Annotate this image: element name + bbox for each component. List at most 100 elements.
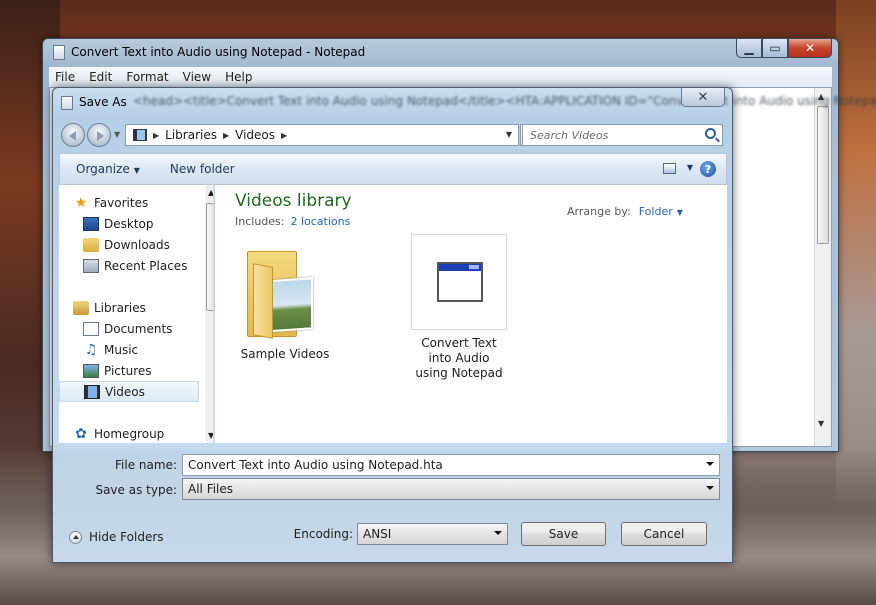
chevron-down-icon[interactable] <box>706 462 714 466</box>
notepad-titlebar[interactable]: Convert Text into Audio using Notepad - … <box>43 39 838 65</box>
hide-folders-button[interactable]: Hide Folders <box>69 530 164 544</box>
scroll-down-icon[interactable]: ▼ <box>208 431 213 440</box>
notepad-menubar: File Edit Format View Help <box>49 67 832 87</box>
change-view-icon[interactable] <box>663 163 676 174</box>
notepad-vertical-scrollbar[interactable]: ▲ ▼ <box>814 88 831 446</box>
folder-front <box>253 263 273 339</box>
organize-button[interactable]: Organize ▼ <box>76 162 140 176</box>
minimize-icon: ▁ <box>744 41 754 55</box>
chevron-down-icon: ▼ <box>133 166 140 175</box>
nav-downloads[interactable]: Downloads <box>83 235 213 255</box>
nav-downloads-label: Downloads <box>104 238 170 252</box>
chevron-down-icon[interactable]: ▼ <box>677 208 683 217</box>
videos-icon <box>84 384 100 399</box>
nav-recent-places-label: Recent Places <box>104 259 188 273</box>
menu-format[interactable]: Format <box>126 70 168 84</box>
save-button[interactable]: Save <box>521 522 606 546</box>
chevron-down-icon <box>706 486 714 490</box>
view-options-chevron-icon[interactable]: ▼ <box>687 163 693 172</box>
file-item-label: Convert Text into Audio using Notepad <box>415 336 503 380</box>
documents-icon <box>83 322 99 336</box>
arrange-by: Arrange by: Folder ▼ <box>567 205 683 218</box>
nav-desktop-label: Desktop <box>104 217 154 231</box>
desktop-icon <box>83 217 99 231</box>
nav-music-label: Music <box>104 343 139 357</box>
maximize-button[interactable]: ▭ <box>762 39 788 58</box>
file-item-hta[interactable]: Convert Text into Audio using Notepad <box>411 234 507 381</box>
window-controls: ▁ ▭ ✕ <box>736 39 832 58</box>
file-name-input[interactable]: Convert Text into Audio using Notepad.ht… <box>182 454 720 476</box>
dialog-close-button[interactable]: ✕ <box>681 88 725 107</box>
address-bar[interactable]: ▶ Libraries ▶ Videos ▶ ▼ <box>125 124 519 146</box>
nav-libraries[interactable]: Libraries <box>73 298 213 318</box>
menu-help[interactable]: Help <box>225 70 252 84</box>
video-library-icon <box>133 129 147 141</box>
hta-file-icon <box>411 234 507 330</box>
breadcrumb-libraries[interactable]: Libraries <box>165 128 217 142</box>
save-as-type-label: Save as type: <box>95 483 177 497</box>
navigation-scrollbar[interactable]: ▲ ▼ <box>205 185 213 443</box>
help-icon[interactable]: ? <box>700 161 716 177</box>
encoding-select[interactable]: ANSI <box>357 523 508 545</box>
dialog-title: Save As <box>79 95 127 109</box>
menu-file[interactable]: File <box>55 70 75 84</box>
nav-pictures-label: Pictures <box>104 364 152 378</box>
breadcrumb-arrow-icon[interactable]: ▶ <box>223 131 229 140</box>
nav-documents-label: Documents <box>104 322 173 336</box>
close-icon: ✕ <box>697 89 709 105</box>
hta-window-glyph <box>437 262 483 302</box>
search-icon[interactable] <box>705 128 716 139</box>
downloads-icon <box>83 238 99 252</box>
nav-recent-places[interactable]: Recent Places <box>83 256 213 276</box>
breadcrumb-arrow-icon[interactable]: ▶ <box>281 131 287 140</box>
file-name-value: Convert Text into Audio using Notepad.ht… <box>188 458 443 472</box>
hide-folders-label: Hide Folders <box>89 530 164 544</box>
address-dropdown-icon[interactable]: ▼ <box>506 130 512 139</box>
nav-videos-selected[interactable]: Videos <box>59 381 199 402</box>
nav-homegroup[interactable]: ✿ Homegroup <box>73 424 213 443</box>
save-as-type-value: All Files <box>188 482 234 496</box>
new-folder-button[interactable]: New folder <box>170 162 235 176</box>
save-as-dialog: Save As <head><title>Convert Text into A… <box>52 87 876 563</box>
file-list-pane[interactable]: Videos library Includes: 2 locations Arra… <box>215 185 727 443</box>
command-toolbar: Organize ▼ New folder ▼ ? <box>59 153 727 185</box>
scroll-up-icon[interactable]: ▲ <box>208 188 213 197</box>
nav-pictures[interactable]: Pictures <box>83 361 213 381</box>
nav-documents[interactable]: Documents <box>83 319 213 339</box>
notepad-title: Convert Text into Audio using Notepad - … <box>71 45 366 59</box>
libraries-icon <box>73 301 89 315</box>
breadcrumb-videos[interactable]: Videos <box>235 128 275 142</box>
back-button[interactable] <box>61 123 85 147</box>
scroll-down-icon[interactable]: ▼ <box>818 419 824 428</box>
scroll-thumb[interactable] <box>206 203 213 311</box>
organize-label: Organize <box>76 162 130 176</box>
nav-favorites[interactable]: ★ Favorites <box>73 193 213 213</box>
library-includes: Includes: 2 locations <box>235 215 350 228</box>
nav-music[interactable]: ♫ Music <box>83 340 213 360</box>
menu-edit[interactable]: Edit <box>89 70 112 84</box>
cancel-button[interactable]: Cancel <box>621 522 707 546</box>
breadcrumb-arrow-icon[interactable]: ▶ <box>153 131 159 140</box>
star-icon: ★ <box>74 195 88 211</box>
file-item-label: Sample Videos <box>240 347 330 361</box>
menu-view[interactable]: View <box>183 70 211 84</box>
forward-button[interactable] <box>87 123 111 147</box>
library-title: Videos library <box>235 191 352 211</box>
notepad-icon <box>53 45 65 60</box>
nav-desktop[interactable]: Desktop <box>83 214 213 234</box>
chevron-down-icon <box>494 531 502 535</box>
homegroup-icon: ✿ <box>75 426 87 442</box>
arrange-by-dropdown[interactable]: Folder <box>639 205 673 218</box>
save-as-type-select[interactable]: All Files <box>182 478 720 500</box>
search-input[interactable]: Search Videos <box>522 124 723 146</box>
scroll-thumb[interactable] <box>817 106 829 244</box>
nav-homegroup-label: Homegroup <box>94 427 165 441</box>
close-button[interactable]: ✕ <box>788 39 832 58</box>
minimize-button[interactable]: ▁ <box>736 39 762 58</box>
file-item-sample-videos[interactable]: Sample Videos <box>237 245 333 362</box>
search-placeholder: Search Videos <box>530 129 609 142</box>
locations-link[interactable]: 2 locations <box>290 215 350 228</box>
recent-pages-chevron-icon[interactable]: ▼ <box>114 130 120 139</box>
save-as-icon <box>61 96 73 110</box>
folder-icon <box>237 245 333 341</box>
